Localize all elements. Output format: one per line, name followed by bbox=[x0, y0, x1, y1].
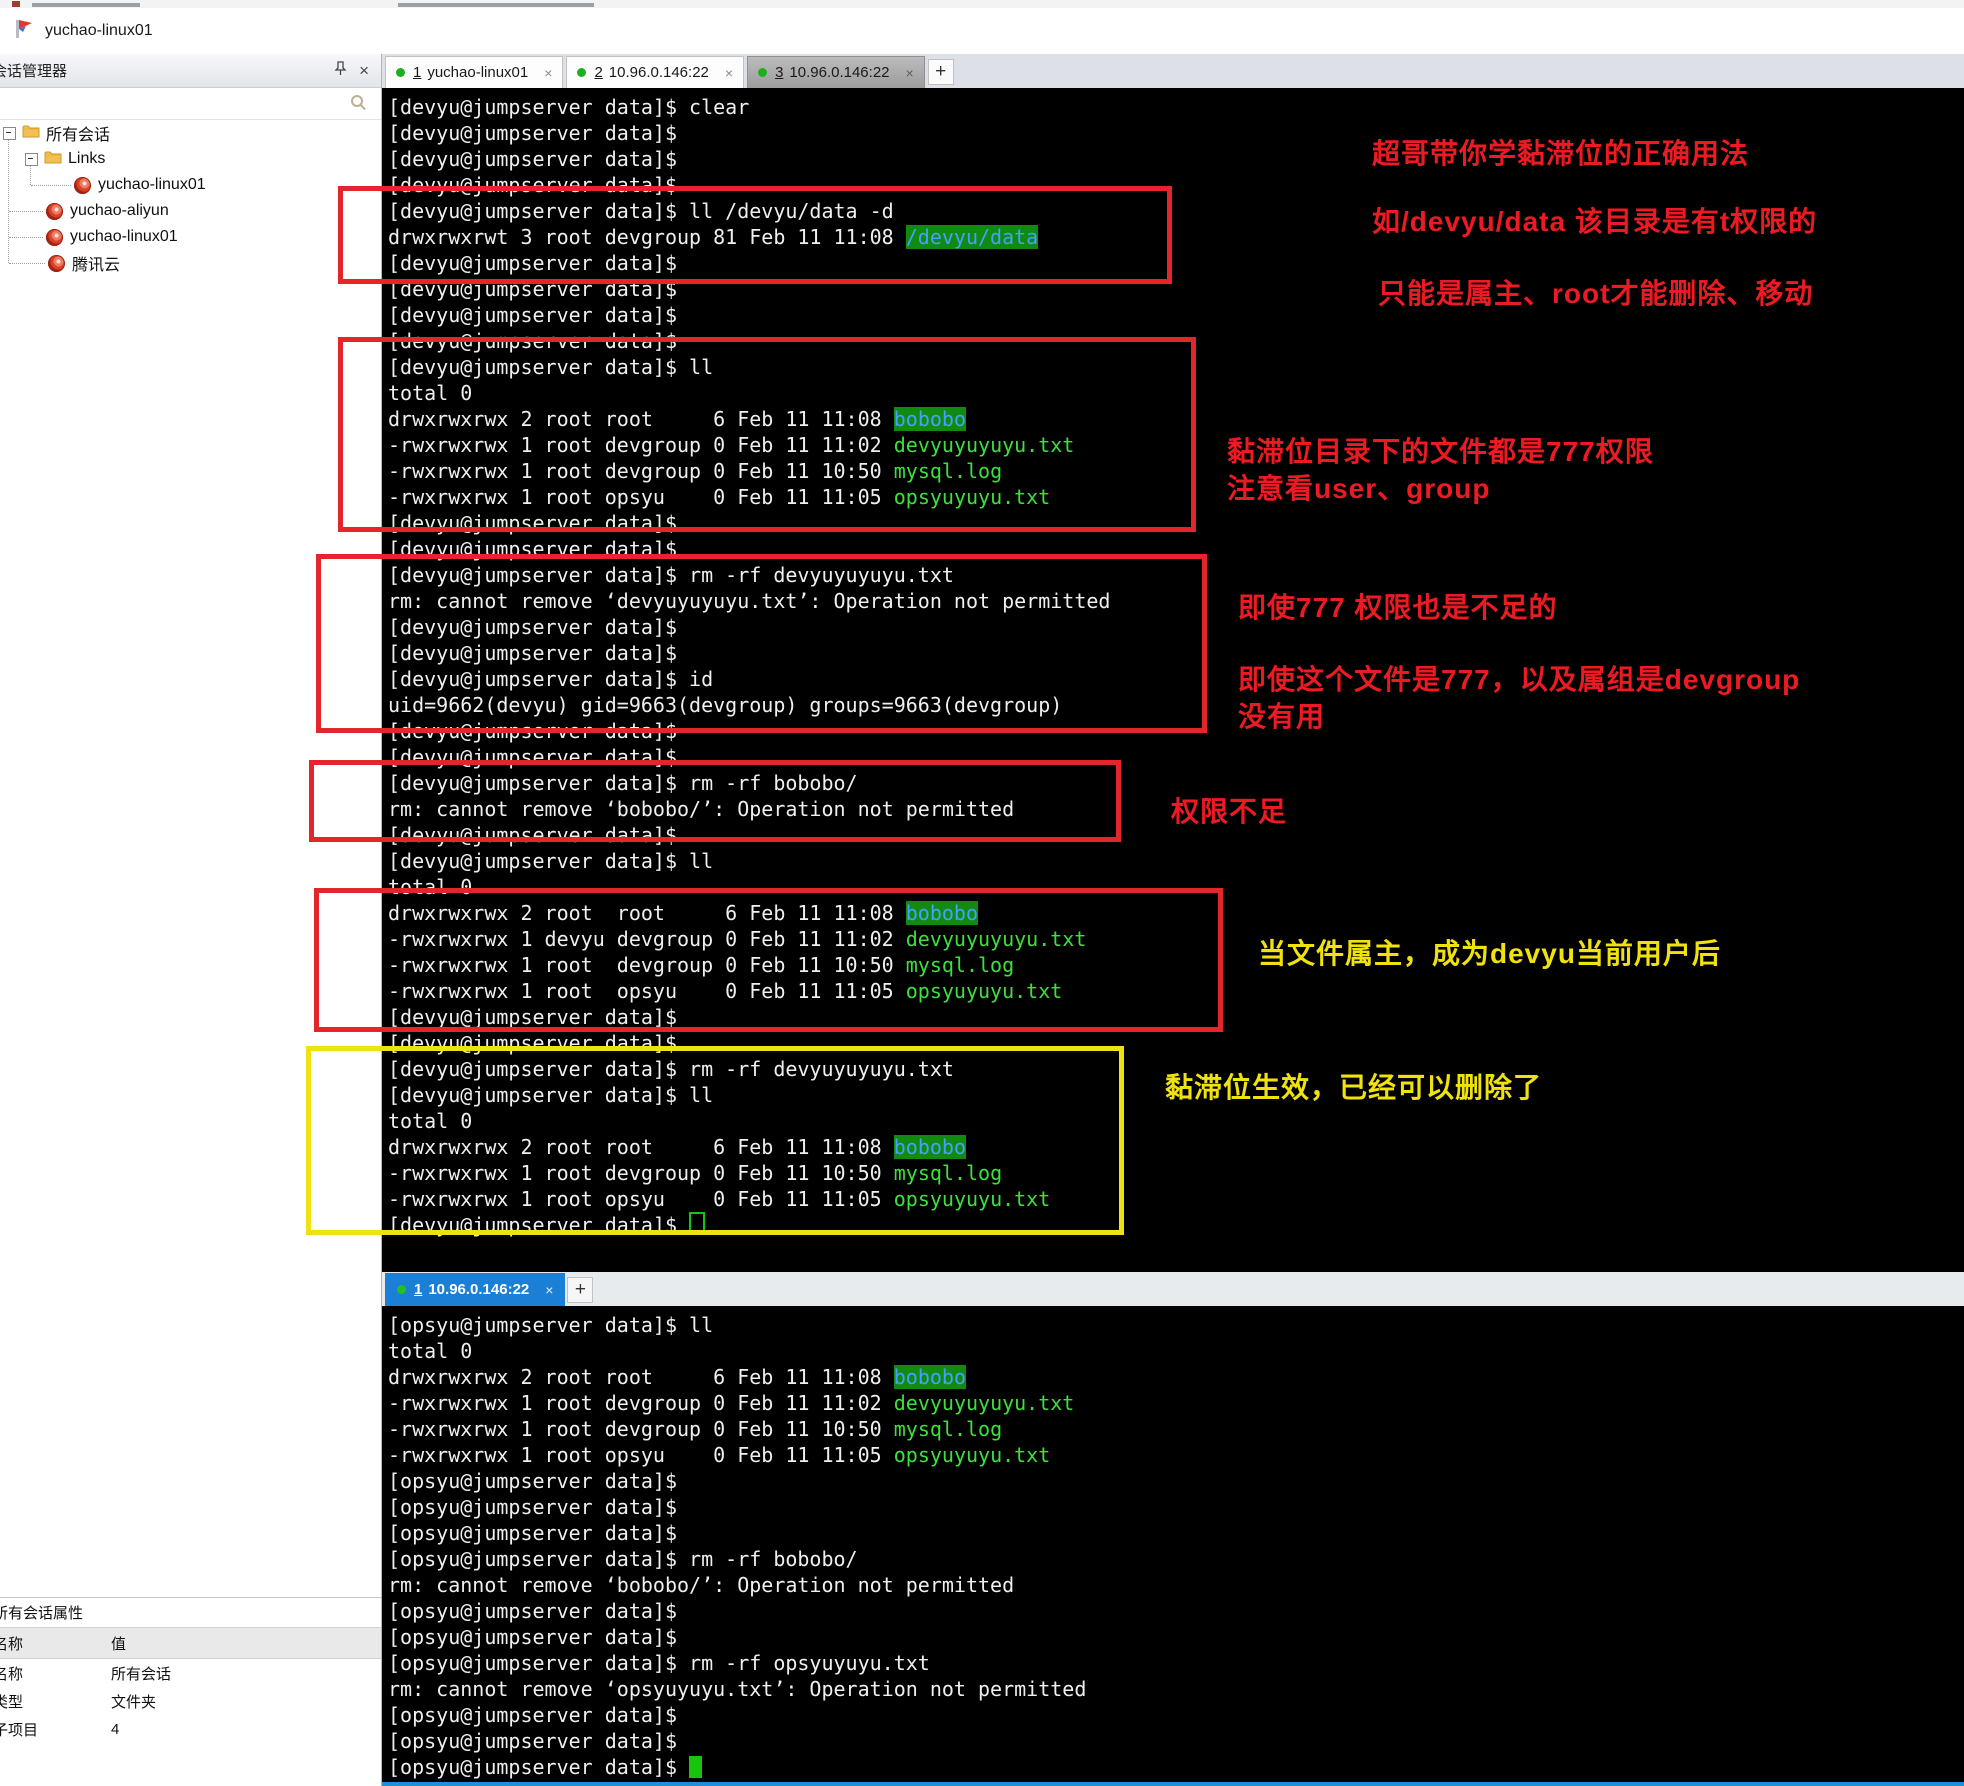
property-row-children: 子项目 4 bbox=[0, 1715, 381, 1743]
tab-number: 2 bbox=[594, 64, 603, 81]
tab-2-10-96-0-146[interactable]: 2 10.96.0.146:22 × bbox=[566, 56, 745, 88]
new-tab-button[interactable]: + bbox=[567, 1277, 594, 1303]
tree-item-label: Links bbox=[68, 150, 106, 167]
search-input[interactable] bbox=[0, 88, 340, 119]
clipped-icon bbox=[12, 1, 20, 7]
clipped-text-fragment bbox=[398, 3, 594, 7]
app-flag-icon bbox=[13, 18, 35, 45]
session-icon bbox=[48, 254, 65, 272]
connected-dot-icon bbox=[577, 68, 587, 77]
tab-number: 1 bbox=[414, 1281, 423, 1298]
new-tab-button[interactable]: + bbox=[927, 59, 954, 85]
session-icon bbox=[46, 202, 63, 220]
tab-label: 10.96.0.146:22 bbox=[789, 64, 890, 81]
property-value: 所有会话 bbox=[111, 1665, 172, 1683]
session-search-bar bbox=[0, 88, 381, 120]
close-tab-icon[interactable]: × bbox=[906, 65, 914, 81]
tree-item-session-yuchao-aliyun[interactable]: yuchao-aliyun bbox=[46, 198, 169, 224]
session-properties-panel: 所有会话属性 名称 值 名称 所有会话 类型 文件夹 子项目 4 bbox=[0, 1597, 381, 1743]
tab-3-10-96-0-146-active[interactable]: 3 10.96.0.146:22 × bbox=[747, 56, 925, 88]
session-manager-panel: 会话管理器 × bbox=[0, 54, 382, 1786]
terminal-column: 1 yuchao-linux01 × 2 10.96.0.146:22 × 3 … bbox=[382, 54, 1964, 1786]
folder-icon bbox=[22, 124, 40, 143]
column-header-name: 名称 bbox=[0, 1635, 24, 1653]
session-icon bbox=[74, 176, 91, 194]
tree-guide bbox=[9, 211, 43, 212]
close-tab-icon[interactable]: × bbox=[725, 65, 733, 81]
clipped-text-fragment bbox=[32, 3, 140, 7]
tree-item-session-tencent-cloud[interactable]: 腾讯云 bbox=[48, 250, 120, 276]
tab-label: 10.96.0.146:22 bbox=[428, 1281, 530, 1298]
close-tab-icon[interactable]: × bbox=[545, 1282, 553, 1298]
properties-table-header: 名称 值 bbox=[0, 1627, 381, 1659]
property-key: 类型 bbox=[0, 1693, 24, 1711]
tree-item-label: yuchao-linux01 bbox=[98, 176, 206, 193]
session-manager-header: 会话管理器 × bbox=[0, 54, 381, 88]
pin-icon[interactable] bbox=[334, 61, 347, 80]
property-value: 4 bbox=[111, 1720, 120, 1738]
session-manager-title: 会话管理器 bbox=[0, 63, 68, 80]
collapse-icon[interactable] bbox=[3, 126, 16, 140]
folder-icon bbox=[44, 150, 62, 169]
lower-terminal-tab-bar: 1 10.96.0.146:22 × + bbox=[382, 1272, 1964, 1306]
connected-dot-icon bbox=[397, 1285, 406, 1294]
property-row-type: 类型 文件夹 bbox=[0, 1687, 381, 1715]
tree-item-session-yuchao-linux01-2[interactable]: yuchao-linux01 bbox=[46, 224, 178, 250]
close-tab-icon[interactable]: × bbox=[544, 65, 552, 81]
property-row-name: 名称 所有会话 bbox=[0, 1659, 381, 1687]
tree-item-label: yuchao-linux01 bbox=[70, 228, 178, 245]
property-key: 子项目 bbox=[0, 1721, 39, 1739]
terminal-opsyu[interactable]: [opsyu@jumpserver data]$ ll total 0 drwxrw… bbox=[382, 1306, 1964, 1786]
session-tree: 所有会话 Links yuchao-linux01 yuchao-aliyun … bbox=[0, 118, 381, 538]
connected-dot-icon bbox=[758, 68, 768, 77]
close-panel-icon[interactable]: × bbox=[359, 62, 369, 79]
tree-guide bbox=[9, 263, 45, 264]
tree-guide bbox=[9, 237, 43, 238]
terminal-devyu[interactable]: [devyu@jumpserver data]$ clear [devyu@jum… bbox=[382, 88, 1964, 1278]
app-window: yuchao-linux01 会话管理器 × bbox=[0, 0, 1964, 1786]
tree-item-all-sessions[interactable]: 所有会话 bbox=[3, 120, 110, 146]
connected-dot-icon bbox=[396, 68, 405, 77]
tab-label: yuchao-linux01 bbox=[427, 64, 529, 81]
tree-item-session-yuchao-linux01[interactable]: yuchao-linux01 bbox=[74, 172, 206, 198]
tree-guide bbox=[31, 185, 71, 186]
tree-guide bbox=[8, 134, 9, 263]
tree-item-label: yuchao-aliyun bbox=[70, 202, 169, 219]
tree-item-label: 腾讯云 bbox=[72, 257, 121, 274]
tab-1-yuchao-linux01[interactable]: 1 yuchao-linux01 × bbox=[385, 56, 564, 88]
tab-number: 1 bbox=[413, 64, 422, 81]
property-value: 文件夹 bbox=[111, 1693, 157, 1711]
property-key: 名称 bbox=[0, 1665, 24, 1683]
tab-1-10-96-0-146-lower-active[interactable]: 1 10.96.0.146:22 × bbox=[385, 1273, 566, 1306]
column-header-value: 值 bbox=[111, 1635, 127, 1653]
tab-number: 3 bbox=[775, 64, 784, 81]
title-bar: yuchao-linux01 bbox=[0, 8, 1964, 55]
properties-title: 所有会话属性 bbox=[0, 1605, 84, 1622]
terminal-tab-bar: 1 yuchao-linux01 × 2 10.96.0.146:22 × 3 … bbox=[382, 54, 1964, 89]
window-title: yuchao-linux01 bbox=[45, 22, 153, 39]
window-edge-accent bbox=[382, 1782, 1964, 1786]
tab-label: 10.96.0.146:22 bbox=[608, 64, 709, 81]
tree-item-label: 所有会话 bbox=[46, 127, 111, 144]
collapse-icon[interactable] bbox=[25, 152, 38, 166]
search-icon[interactable] bbox=[350, 94, 367, 111]
session-icon bbox=[46, 228, 63, 246]
tree-item-links[interactable]: Links bbox=[25, 146, 105, 172]
